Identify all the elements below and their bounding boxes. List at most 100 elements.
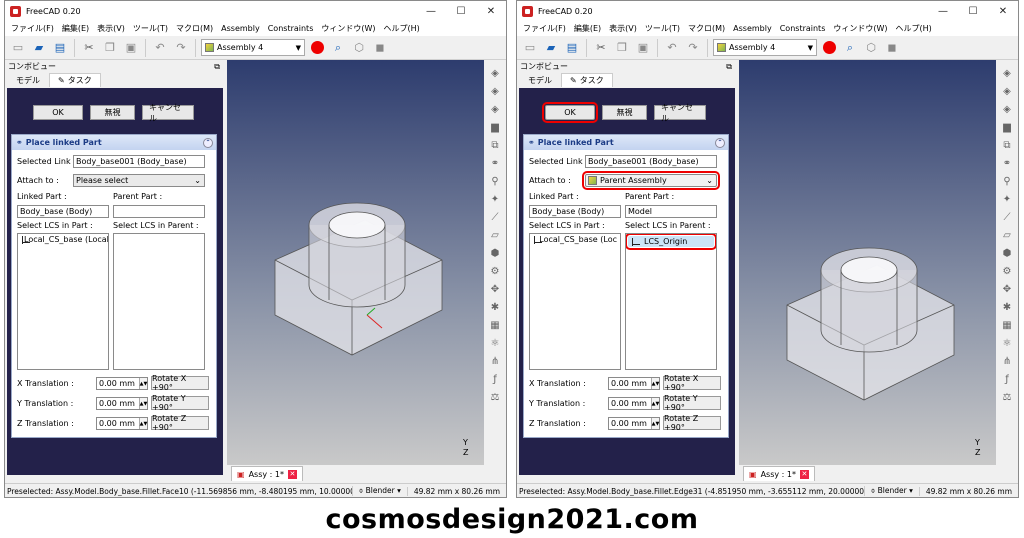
x-translation-input[interactable]: 0.00 mm ▲▼ [96,377,148,390]
redo-icon[interactable]: ↷ [172,39,190,57]
undock-icon[interactable]: ⧉ [726,62,732,72]
tab-model[interactable]: モデル [519,73,561,87]
lcs-part-list[interactable]: Local_CS_base (Loc [529,233,621,370]
fit-all-icon[interactable]: ⌕ [329,39,347,57]
shape-binder-icon[interactable]: ⬢ [1000,246,1014,260]
lcs-part-list[interactable]: Local_CS_base (Local [17,233,109,370]
ignore-button[interactable]: 無視 [90,105,135,120]
datum-plane-icon[interactable]: ▱ [488,228,502,242]
cut-icon[interactable]: ✂ [592,39,610,57]
list-item[interactable]: Local_CS_base (Loc [530,234,620,245]
cancel-button[interactable]: キャンセル [142,103,194,123]
open-file-icon[interactable]: ▰ [542,39,560,57]
tab-model[interactable]: モデル [7,73,49,87]
record-macro-icon[interactable] [308,39,326,57]
menu-file[interactable]: ファイル(F) [519,23,570,34]
3d-viewport[interactable]: Y Z [739,60,996,465]
ok-button[interactable]: OK [542,102,598,123]
ignore-button[interactable]: 無視 [602,105,647,120]
menu-assembly[interactable]: Assembly [729,24,776,33]
undo-icon[interactable]: ↶ [151,39,169,57]
tab-tasks[interactable]: ✎ タスク [561,73,613,87]
rotate-z-button[interactable]: Rotate Z +90° [151,414,209,432]
attach-to-select[interactable]: Please select ⌄ [73,174,205,187]
workbench-combo[interactable]: Assembly 4 ▼ [201,39,305,56]
save-icon[interactable]: ▤ [563,39,581,57]
view-front-icon[interactable]: ◈ [1000,84,1014,98]
explode-icon[interactable]: ✱ [488,300,502,314]
new-file-icon[interactable]: ▭ [521,39,539,57]
view-isometric-icon[interactable]: ◈ [488,66,502,80]
import-part-icon[interactable]: ⧉ [488,138,502,152]
folder-icon[interactable]: ▆ [1000,120,1014,134]
close-button[interactable]: ✕ [988,6,1018,17]
menu-window[interactable]: ウィンドウ(W) [829,23,891,34]
datum-point-icon[interactable]: ✦ [488,192,502,206]
minimize-button[interactable]: — [416,6,446,17]
spinner-arrows-icon[interactable]: ▲▼ [651,398,659,409]
3d-viewport[interactable]: Y Z [227,60,484,465]
fasteners-icon[interactable]: ⚙ [1000,264,1014,278]
list-item[interactable]: LCS_Origin [626,234,716,250]
link-icon[interactable]: ⚭ [488,156,502,170]
spinner-arrows-icon[interactable]: ▲▼ [139,418,147,429]
fit-all-icon[interactable]: ⌕ [841,39,859,57]
undock-icon[interactable]: ⧉ [214,62,220,72]
move-part-icon[interactable]: ✥ [1000,282,1014,296]
z-translation-input[interactable]: 0.00 mm ▲▼ [96,417,148,430]
ok-button[interactable]: OK [33,105,83,120]
rotate-y-button[interactable]: Rotate Y +90° [663,394,721,412]
navigation-style[interactable]: ⌽ Blender ▾ [351,486,407,496]
menu-macro[interactable]: マクロ(M) [684,23,729,34]
menu-tools[interactable]: ツール(T) [129,23,172,34]
view-cube-icon[interactable]: ◼ [371,39,389,57]
shape-binder-icon[interactable]: ⬢ [488,246,502,260]
close-tab-icon[interactable]: ✕ [287,469,297,479]
cut-icon[interactable]: ✂ [80,39,98,57]
view-front-icon[interactable]: ◈ [488,84,502,98]
bom-icon[interactable]: ▦ [488,318,502,332]
function-icon[interactable]: ƒ [1000,372,1014,386]
menu-window[interactable]: ウィンドウ(W) [317,23,379,34]
view-cube-icon[interactable]: ◼ [883,39,901,57]
close-tab-icon[interactable]: ✕ [799,469,809,479]
tree-icon[interactable]: ⋔ [488,354,502,368]
rotate-x-button[interactable]: Rotate X +90° [151,374,209,392]
function-icon[interactable]: ƒ [488,372,502,386]
y-translation-input[interactable]: 0.00 mm ▲▼ [608,397,660,410]
menu-help[interactable]: ヘルプ(H) [892,23,936,34]
rotate-z-button[interactable]: Rotate Z +90° [663,414,721,432]
view-isometric-icon[interactable]: ◈ [1000,66,1014,80]
bom-icon[interactable]: ▦ [1000,318,1014,332]
y-translation-input[interactable]: 0.00 mm ▲▼ [96,397,148,410]
menu-tools[interactable]: ツール(T) [641,23,684,34]
menu-view[interactable]: 表示(V) [605,23,641,34]
redo-icon[interactable]: ↷ [684,39,702,57]
spinner-arrows-icon[interactable]: ▲▼ [139,398,147,409]
maximize-button[interactable]: ☐ [446,6,476,17]
explode-icon[interactable]: ✱ [1000,300,1014,314]
navigation-style[interactable]: ⌽ Blender ▾ [863,486,919,496]
parent-part-field[interactable]: Model [625,205,717,218]
cancel-button[interactable]: キャンセル [654,103,706,123]
paste-icon[interactable]: ▣ [634,39,652,57]
solver-icon[interactable]: ⚛ [1000,336,1014,350]
collapse-icon[interactable]: ⌃ [715,137,725,148]
record-macro-icon[interactable] [820,39,838,57]
save-icon[interactable]: ▤ [51,39,69,57]
draw-style-icon[interactable]: ⬡ [862,39,880,57]
datum-axis-icon[interactable]: ⟋ [488,210,502,224]
doc-tab-assy[interactable]: ▣ Assy : 1* ✕ [743,466,815,481]
linked-part-field[interactable]: Body_base (Body) [17,205,109,218]
list-item[interactable]: Local_CS_base (Local [18,234,108,245]
undo-icon[interactable]: ↶ [663,39,681,57]
menu-constraints[interactable]: Constraints [264,24,318,33]
minimize-button[interactable]: — [928,6,958,17]
lcs-parent-list[interactable] [113,233,205,370]
copy-icon[interactable]: ❐ [613,39,631,57]
lcs-parent-list[interactable]: LCS_Origin [625,233,717,370]
spinner-arrows-icon[interactable]: ▲▼ [651,418,659,429]
fasteners-icon[interactable]: ⚙ [488,264,502,278]
rotate-y-button[interactable]: Rotate Y +90° [151,394,209,412]
new-file-icon[interactable]: ▭ [9,39,27,57]
